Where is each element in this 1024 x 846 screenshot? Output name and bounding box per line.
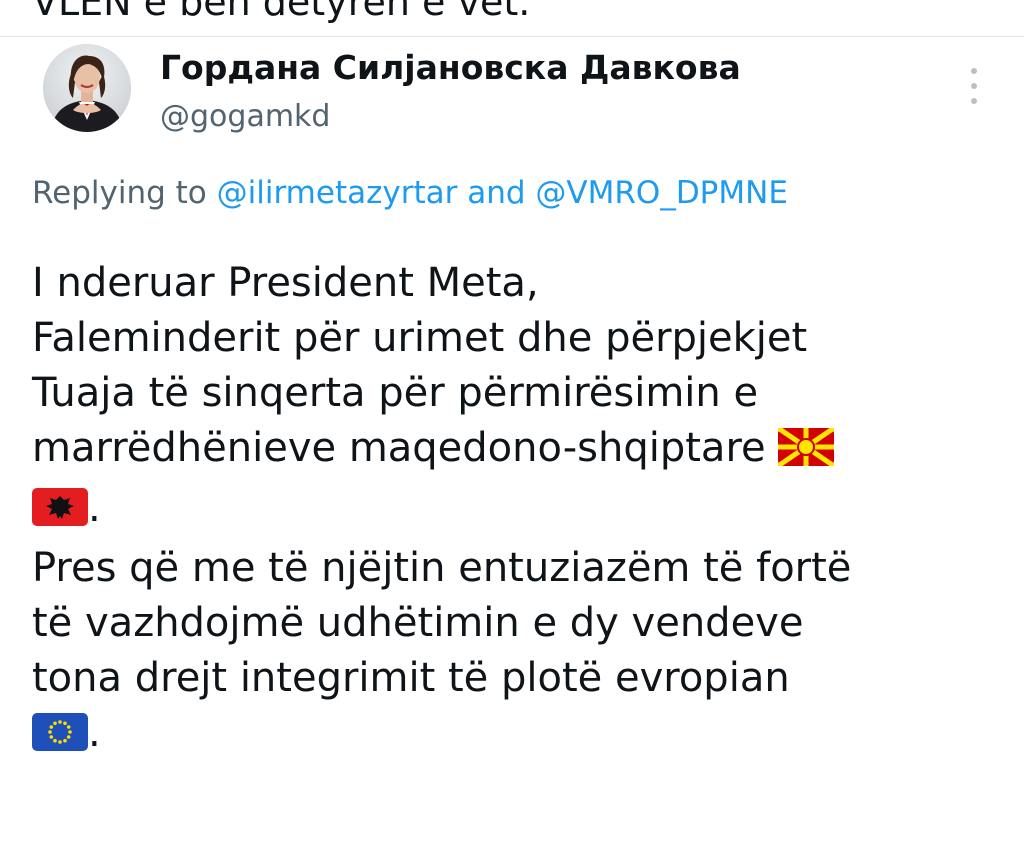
menu-dot [971,83,977,89]
mention-link-ilirmetazyrtar[interactable]: @ilirmetazyrtar [217,175,458,211]
tweet-line: Faleminderit për urimet dhe përpjekjet [32,315,808,361]
tweet-line-with-flag: . [32,481,992,541]
tweet-line-with-flag: marrëdhënieve maqedono-shqiptare [32,421,992,481]
tweet-line: marrëdhënieve maqedono-shqiptare [32,425,766,471]
tweet-line: të vazhdojmë udhëtimin e dy vendeve [32,600,804,646]
tweet-line-end: . [88,710,101,756]
tweet-line-with-flag: . [32,706,992,766]
tweet-line: Tuaja të sinqerta për përmirësimin e [32,370,759,416]
reply-joiner: and [467,175,526,211]
replying-to-line: Replying to @ilirmetazyrtar and @VMRO_DP… [32,173,788,213]
previous-post-text: VLEN e bën detyrën e vet. [32,0,531,24]
north-macedonia-flag-icon [776,425,836,481]
tweet-line: tona drejt integrimit të plotë evropian [32,655,790,701]
divider [0,36,1024,37]
more-vertical-icon[interactable] [962,68,986,104]
author-handle[interactable]: @gogamkd [160,98,330,136]
mention-link-vmro-dpmne[interactable]: @VMRO_DPMNE [535,175,787,211]
menu-dot [971,68,977,74]
tweet-line: I nderuar President Meta, [32,260,539,306]
eu-flag-icon [32,711,88,766]
screenshot: VLEN e bën detyrën e vet. Гордана Силјан… [0,0,1024,846]
menu-dot [971,98,977,104]
albania-flag-icon [32,486,88,541]
tweet-text: I nderuar President Meta, Faleminderit p… [32,256,992,766]
author-name[interactable]: Гордана Силјановска Давкова [160,48,741,88]
replying-to-label: Replying to [32,175,207,211]
avatar[interactable] [43,44,131,132]
tweet-line: Pres që me të njëjtin entuziazëm të fort… [32,545,852,591]
tweet-line-end: . [88,485,101,531]
